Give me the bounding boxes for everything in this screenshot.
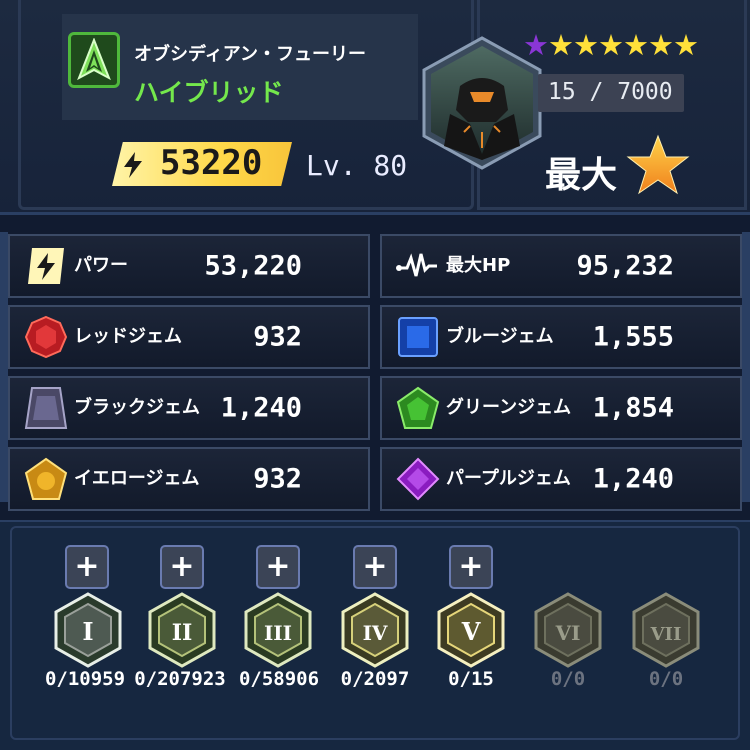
gear-tier-3-icon[interactable]: III xyxy=(240,592,316,668)
red-gem-icon xyxy=(24,315,68,359)
add-gear-button-5[interactable]: + xyxy=(449,545,493,589)
max-rank-label: 最大 xyxy=(545,155,618,196)
gear-tier-numeral: IV xyxy=(363,621,388,645)
heartbeat-icon xyxy=(396,253,437,277)
add-gear-button-3[interactable]: + xyxy=(256,545,300,589)
gear-tier-2-icon[interactable]: II xyxy=(144,592,220,668)
stat-label: パープルジェム xyxy=(446,468,571,489)
purple-gem-icon xyxy=(396,457,440,501)
plus-icon: + xyxy=(74,549,100,584)
stat-value: 1,555 xyxy=(592,321,674,353)
star-rating: ★★★★★★★ xyxy=(523,28,699,62)
stat-value: 932 xyxy=(253,463,302,495)
stat-label: グリーンジェム xyxy=(446,397,572,418)
power-bolt-icon xyxy=(28,248,64,284)
gear-tier-numeral: VI xyxy=(555,621,581,645)
hybrid-class-icon xyxy=(68,32,120,88)
hero-level: Lv. 80 xyxy=(306,149,408,182)
stat-label: レッドジェム xyxy=(74,326,182,347)
gold-stars-icon: ★★★★★★ xyxy=(548,28,699,62)
stat-label: 最大HP xyxy=(446,255,511,276)
gear-tier-numeral: V xyxy=(461,617,481,646)
stats-side-rail xyxy=(0,232,8,502)
stat-value: 95,232 xyxy=(576,250,674,282)
stat-label: ブラックジェム xyxy=(74,397,200,418)
gear-tier-6-count: 0/0 xyxy=(550,668,586,690)
stat-power: パワー 53,220 xyxy=(8,234,370,298)
stat-label: ブルージェム xyxy=(446,326,554,347)
add-gear-button-1[interactable]: + xyxy=(65,545,109,589)
shard-progress: 15 / 7000 xyxy=(548,79,673,105)
gear-tier-numeral: II xyxy=(172,620,193,646)
black-gem-icon xyxy=(24,387,68,429)
stat-label: パワー xyxy=(74,255,128,276)
hero-class: ハイブリッド xyxy=(134,78,284,107)
stat-purple-gem: パープルジェム 1,240 xyxy=(380,447,742,511)
plus-icon: + xyxy=(458,549,484,584)
stat-value: 53,220 xyxy=(204,250,302,282)
gear-tier-3-count: 0/58906 xyxy=(238,668,320,690)
stats-side-rail xyxy=(742,232,750,502)
plus-icon: + xyxy=(169,549,195,584)
green-gem-icon xyxy=(396,386,440,429)
blue-gem-icon xyxy=(398,317,438,357)
gear-tier-1-count: 0/10959 xyxy=(44,668,126,690)
gear-tier-4-icon[interactable]: IV xyxy=(337,592,413,668)
add-gear-button-2[interactable]: + xyxy=(160,545,204,589)
gear-tier-numeral: VII xyxy=(650,624,682,645)
stat-label: イエロージェム xyxy=(74,468,200,489)
gear-tier-numeral: I xyxy=(82,617,93,646)
stat-value: 932 xyxy=(253,321,302,353)
stat-value: 1,854 xyxy=(592,392,674,424)
gear-tier-6-icon: VI xyxy=(534,592,602,668)
stat-green-gem: グリーンジェム 1,854 xyxy=(380,376,742,440)
add-gear-button-4[interactable]: + xyxy=(353,545,397,589)
purple-star-icon: ★ xyxy=(523,28,549,62)
gear-tier-2-count: 0/207923 xyxy=(134,668,226,690)
hero-name: オブシディアン・フューリー xyxy=(134,44,367,65)
stat-max-hp: 最大HP 95,232 xyxy=(380,234,742,298)
stat-value: 1,240 xyxy=(592,463,674,495)
stat-blue-gem: ブルージェム 1,555 xyxy=(380,305,742,369)
stat-value: 1,240 xyxy=(220,392,302,424)
plus-icon: + xyxy=(362,549,388,584)
stat-black-gem: ブラックジェム 1,240 xyxy=(8,376,370,440)
power-bolt-icon xyxy=(124,152,142,178)
gear-tier-7-icon: VII xyxy=(632,592,700,668)
plus-icon: + xyxy=(265,549,291,584)
gear-tier-5-icon[interactable]: V xyxy=(433,592,509,668)
gear-tier-4-count: 0/2097 xyxy=(340,668,410,690)
gear-tier-numeral: III xyxy=(264,621,292,645)
gear-tier-1-icon[interactable]: I xyxy=(50,592,126,668)
gear-tier-5-count: 0/15 xyxy=(448,668,494,690)
gear-tier-7-count: 0/0 xyxy=(648,668,684,690)
max-star-icon xyxy=(626,134,690,195)
yellow-gem-icon xyxy=(24,457,68,500)
power-value: 53220 xyxy=(160,143,263,183)
stat-yellow-gem: イエロージェム 932 xyxy=(8,447,370,511)
stat-red-gem: レッドジェム 932 xyxy=(8,305,370,369)
